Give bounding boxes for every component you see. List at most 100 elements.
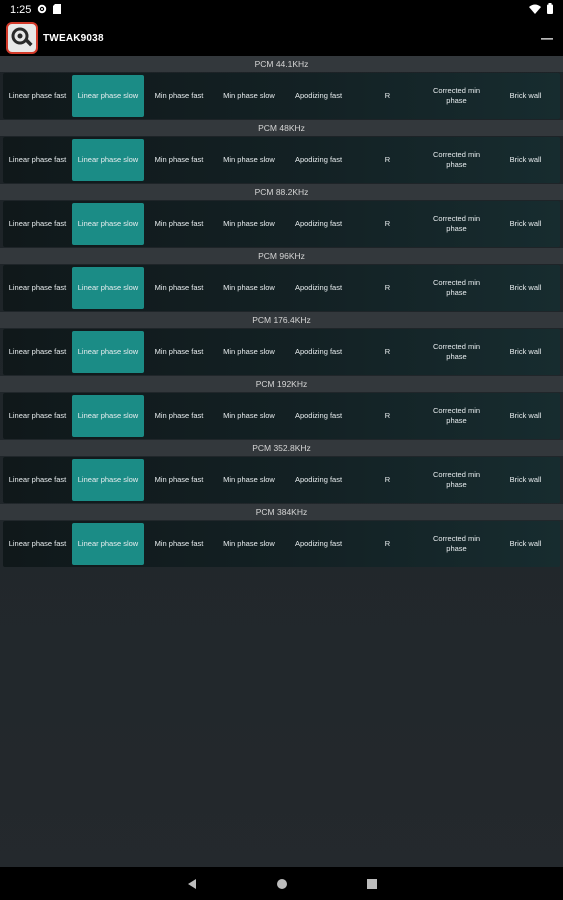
filter-option-button[interactable]: Corrected min phase — [422, 459, 491, 501]
gear-magnifier-icon[interactable] — [6, 22, 38, 54]
filter-option-button[interactable]: Corrected min phase — [422, 267, 491, 309]
sample-rate-section: PCM 384KHz Linear phase fast Linear phase … — [0, 504, 563, 568]
filter-option-button[interactable]: Brick wall — [491, 139, 560, 181]
sample-rate-section: PCM 176.4KHz Linear phase fast Linear phas… — [0, 312, 563, 376]
filter-option-button[interactable]: Min phase slow — [214, 203, 284, 245]
filter-option-button[interactable]: Apodizing fast — [284, 459, 353, 501]
filter-option-button[interactable]: Linear phase slow — [72, 267, 144, 309]
filter-option-button[interactable]: Brick wall — [491, 331, 560, 373]
filter-option-button[interactable]: R — [353, 75, 422, 117]
filter-option-button[interactable]: Linear phase slow — [72, 523, 144, 565]
filter-option-button[interactable]: Min phase slow — [214, 523, 284, 565]
filter-option-button[interactable]: Brick wall — [491, 75, 560, 117]
filter-option-button[interactable]: Linear phase slow — [72, 75, 144, 117]
filter-option-row: Linear phase fast Linear phase slow Min ph… — [3, 457, 560, 503]
settings-gear-icon — [37, 4, 47, 17]
filter-option-button[interactable]: Apodizing fast — [284, 395, 353, 437]
filter-option-button[interactable]: Brick wall — [491, 523, 560, 565]
filter-option-button[interactable]: Corrected min phase — [422, 395, 491, 437]
filter-option-button[interactable]: Min phase fast — [144, 331, 214, 373]
filter-option-button[interactable]: Corrected min phase — [422, 331, 491, 373]
filter-option-button[interactable]: Apodizing fast — [284, 203, 353, 245]
filter-option-button[interactable]: Min phase slow — [214, 139, 284, 181]
overflow-menu-button[interactable]: — — [537, 28, 557, 48]
filter-option-button[interactable]: Corrected min phase — [422, 75, 491, 117]
filter-option-button[interactable]: Linear phase fast — [3, 395, 72, 437]
filter-option-button[interactable]: Min phase slow — [214, 459, 284, 501]
filter-option-button[interactable]: Brick wall — [491, 267, 560, 309]
section-title: PCM 352.8KHz — [0, 440, 563, 456]
filter-option-button[interactable]: R — [353, 203, 422, 245]
filter-option-button[interactable]: Apodizing fast — [284, 139, 353, 181]
filter-option-button[interactable]: Linear phase slow — [72, 331, 144, 373]
filter-option-button[interactable]: R — [353, 331, 422, 373]
back-triangle-icon[interactable] — [182, 874, 202, 894]
home-circle-icon[interactable] — [272, 874, 292, 894]
filter-option-button[interactable]: Linear phase slow — [72, 395, 144, 437]
section-title: PCM 384KHz — [0, 504, 563, 520]
filter-option-button[interactable]: Min phase slow — [214, 75, 284, 117]
sample-rate-section: PCM 96KHz Linear phase fast Linear phase s… — [0, 248, 563, 312]
filter-option-button[interactable]: Apodizing fast — [284, 75, 353, 117]
filter-option-button[interactable]: R — [353, 459, 422, 501]
filter-option-button[interactable]: Min phase slow — [214, 395, 284, 437]
filter-option-button[interactable]: Corrected min phase — [422, 139, 491, 181]
filter-option-row: Linear phase fast Linear phase slow Min ph… — [3, 137, 560, 183]
section-title: PCM 44.1KHz — [0, 56, 563, 72]
filter-option-row: Linear phase fast Linear phase slow Min ph… — [3, 521, 560, 567]
sample-rate-section: PCM 352.8KHz Linear phase fast Linear phas… — [0, 440, 563, 504]
recents-square-icon[interactable] — [362, 874, 382, 894]
filter-option-button[interactable]: Linear phase fast — [3, 139, 72, 181]
filter-option-button[interactable]: R — [353, 267, 422, 309]
filter-option-button[interactable]: Linear phase slow — [72, 203, 144, 245]
filter-option-button[interactable]: Linear phase slow — [72, 139, 144, 181]
filter-option-button[interactable]: Linear phase fast — [3, 523, 72, 565]
app-title: TWEAK9038 — [43, 32, 104, 44]
filter-option-button[interactable]: Linear phase fast — [3, 331, 72, 373]
section-title: PCM 88.2KHz — [0, 184, 563, 200]
filter-option-button[interactable]: Brick wall — [491, 203, 560, 245]
status-bar: 1:25 — [0, 0, 563, 20]
filter-option-button[interactable]: Apodizing fast — [284, 267, 353, 309]
sample-rate-section: PCM 88.2KHz Linear phase fast Linear phase… — [0, 184, 563, 248]
filter-option-button[interactable]: Linear phase fast — [3, 203, 72, 245]
battery-icon — [547, 3, 553, 17]
filter-option-button[interactable]: Linear phase fast — [3, 459, 72, 501]
app-bar: TWEAK9038 — — [0, 20, 563, 56]
section-title: PCM 96KHz — [0, 248, 563, 264]
filter-option-button[interactable]: Brick wall — [491, 459, 560, 501]
sample-rate-section: PCM 192KHz Linear phase fast Linear phase … — [0, 376, 563, 440]
sample-rate-section: PCM 44.1KHz Linear phase fast Linear phase… — [0, 56, 563, 120]
filter-option-button[interactable]: Min phase fast — [144, 523, 214, 565]
filter-option-button[interactable]: Min phase slow — [214, 331, 284, 373]
filter-option-button[interactable]: Apodizing fast — [284, 331, 353, 373]
section-title: PCM 48KHz — [0, 120, 563, 136]
wifi-icon — [529, 4, 541, 17]
navigation-bar — [0, 867, 563, 900]
filter-option-button[interactable]: Min phase fast — [144, 203, 214, 245]
section-title: PCM 192KHz — [0, 376, 563, 392]
filter-option-button[interactable]: Min phase fast — [144, 395, 214, 437]
filter-option-button[interactable]: Min phase slow — [214, 267, 284, 309]
filter-option-button[interactable]: R — [353, 523, 422, 565]
status-left: 1:25 — [10, 3, 62, 17]
status-time: 1:25 — [10, 4, 32, 16]
section-title: PCM 176.4KHz — [0, 312, 563, 328]
filter-option-button[interactable]: Brick wall — [491, 395, 560, 437]
status-right — [529, 3, 553, 17]
filter-option-button[interactable]: R — [353, 139, 422, 181]
filter-option-button[interactable]: Apodizing fast — [284, 523, 353, 565]
filter-option-row: Linear phase fast Linear phase slow Min ph… — [3, 73, 560, 119]
filter-option-button[interactable]: Min phase fast — [144, 139, 214, 181]
filter-option-button[interactable]: Min phase fast — [144, 75, 214, 117]
filter-option-button[interactable]: Min phase fast — [144, 267, 214, 309]
filter-option-button[interactable]: Linear phase slow — [72, 459, 144, 501]
filter-option-button[interactable]: Linear phase fast — [3, 75, 72, 117]
filter-option-button[interactable]: R — [353, 395, 422, 437]
filter-option-button[interactable]: Corrected min phase — [422, 203, 491, 245]
filter-option-button[interactable]: Corrected min phase — [422, 523, 491, 565]
filter-option-button[interactable]: Min phase fast — [144, 459, 214, 501]
sample-rate-section: PCM 48KHz Linear phase fast Linear phase s… — [0, 120, 563, 184]
filter-option-button[interactable]: Linear phase fast — [3, 267, 72, 309]
